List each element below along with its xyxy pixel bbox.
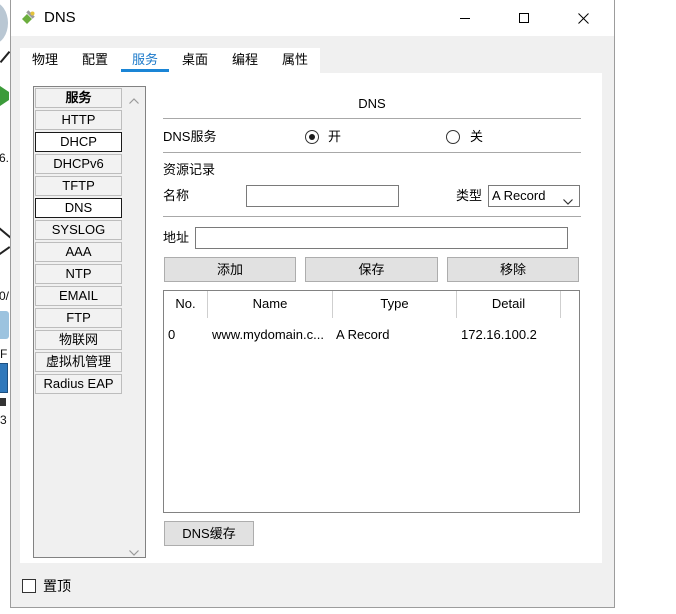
dns-cache-button[interactable]: DNS缓存 [164, 521, 254, 546]
service-item-aaa[interactable]: AAA [35, 242, 122, 262]
close-icon [577, 12, 589, 24]
service-item-radius-eap[interactable]: Radius EAP [35, 374, 122, 394]
tab-label: 属性 [281, 52, 308, 67]
remove-button[interactable]: 移除 [447, 257, 579, 282]
service-item-dhcp[interactable]: DHCP [35, 132, 122, 152]
cell-no: 0 [168, 327, 176, 342]
divider [163, 118, 581, 119]
service-item-vm-management[interactable]: 虚拟机管理 [35, 352, 122, 372]
dns-service-on-radio[interactable] [305, 130, 319, 144]
background-link-line [0, 227, 10, 239]
background-label-fragment: 6. [0, 151, 10, 165]
minimize-icon [460, 18, 470, 19]
divider [163, 216, 581, 217]
service-item-iot[interactable]: 物联网 [35, 330, 122, 350]
column-header-name[interactable]: Name [208, 291, 333, 318]
minimize-button[interactable] [442, 0, 488, 36]
service-item-dns[interactable]: DNS [35, 198, 122, 218]
table-header-row: No. Name Type Detail [164, 291, 579, 318]
column-header-spacer [561, 291, 579, 318]
maximize-icon [519, 13, 529, 23]
window-title: DNS [44, 9, 76, 26]
add-button[interactable]: 添加 [164, 257, 296, 282]
dns-record-table: No. Name Type Detail 0 www.mydomain.c...… [163, 290, 580, 513]
background-link-line [0, 246, 10, 256]
dns-server-window: DNS 物理 配置 服务 桌面 编程 属性 服务 HTTP DHCP DHCPv… [10, 0, 615, 608]
record-type-select[interactable]: A Record [488, 185, 580, 207]
background-workspace: 6. 0/ F 3 [0, 0, 10, 614]
name-input[interactable] [246, 185, 399, 207]
record-type-value: A Record [492, 188, 546, 203]
service-list: 服务 HTTP DHCP DHCPv6 TFTP DNS SYSLOG AAA … [33, 86, 146, 558]
background-router-shape [0, 311, 9, 339]
background-device-shape [0, 86, 9, 106]
table-row[interactable]: 0 www.mydomain.c... A Record 172.16.100.… [164, 325, 579, 345]
service-item-ntp[interactable]: NTP [35, 264, 122, 284]
background-pc-shape [0, 363, 8, 393]
dns-service-on-label[interactable]: 开 [328, 129, 341, 145]
always-on-top-label[interactable]: 置顶 [43, 578, 71, 594]
service-item-email[interactable]: EMAIL [35, 286, 122, 306]
name-label: 名称 [163, 188, 190, 203]
save-button[interactable]: 保存 [305, 257, 438, 282]
service-item-syslog[interactable]: SYSLOG [35, 220, 122, 240]
tab-bar: 物理 配置 服务 桌面 编程 属性 [20, 48, 320, 73]
tab-label: 物理 [31, 52, 58, 67]
tab-label: 编程 [231, 52, 258, 67]
service-list-scrollbar[interactable] [124, 87, 145, 557]
background-label-fragment: 0/ [0, 289, 10, 303]
always-on-top-checkbox[interactable]: ✓ [22, 579, 36, 593]
cell-detail: 172.16.100.2 [461, 327, 537, 342]
tab-label: 桌面 [181, 52, 208, 67]
dns-service-off-label[interactable]: 关 [470, 129, 483, 145]
chevron-up-icon[interactable] [129, 92, 139, 104]
tab-config[interactable]: 配置 [70, 48, 120, 73]
cell-name: www.mydomain.c... [212, 327, 324, 342]
chevron-down-icon[interactable] [129, 544, 139, 556]
background-cloud-shape [0, 2, 8, 44]
resource-records-label: 资源记录 [163, 162, 216, 177]
service-list-header: 服务 [35, 88, 122, 108]
title-bar[interactable]: DNS [11, 0, 614, 36]
address-label: 地址 [163, 230, 190, 245]
close-button[interactable] [560, 0, 606, 36]
dns-server-icon [20, 10, 36, 26]
dns-section-title: DNS [358, 96, 386, 111]
dns-service-off-radio[interactable] [446, 130, 460, 144]
chevron-down-icon [563, 193, 573, 205]
address-input[interactable] [195, 227, 568, 249]
dns-service-label: DNS服务 [163, 129, 217, 144]
tab-services[interactable]: 服务 [120, 48, 170, 73]
service-item-dhcpv6[interactable]: DHCPv6 [35, 154, 122, 174]
divider [163, 152, 581, 153]
service-item-ftp[interactable]: FTP [35, 308, 122, 328]
service-item-http[interactable]: HTTP [35, 110, 122, 130]
column-header-type[interactable]: Type [333, 291, 457, 318]
cell-type: A Record [336, 327, 390, 342]
tab-label: 服务 [131, 52, 158, 67]
column-header-no[interactable]: No. [164, 291, 208, 318]
column-header-detail[interactable]: Detail [457, 291, 561, 318]
background-device-shape [0, 398, 6, 406]
tab-selected-underline [121, 69, 169, 72]
type-label: 类型 [456, 188, 483, 203]
tab-physical[interactable]: 物理 [20, 48, 70, 73]
background-link-line [0, 50, 10, 64]
tab-programming[interactable]: 编程 [220, 48, 270, 73]
services-panel: 服务 HTTP DHCP DHCPv6 TFTP DNS SYSLOG AAA … [20, 73, 602, 563]
service-item-tftp[interactable]: TFTP [35, 176, 122, 196]
background-label-fragment: 3 [0, 413, 7, 427]
radio-dot [309, 134, 315, 140]
background-label-fragment: F [0, 347, 8, 361]
maximize-button[interactable] [501, 0, 547, 36]
tab-desktop[interactable]: 桌面 [170, 48, 220, 73]
tab-attributes[interactable]: 属性 [270, 48, 320, 73]
tab-label: 配置 [81, 52, 108, 67]
